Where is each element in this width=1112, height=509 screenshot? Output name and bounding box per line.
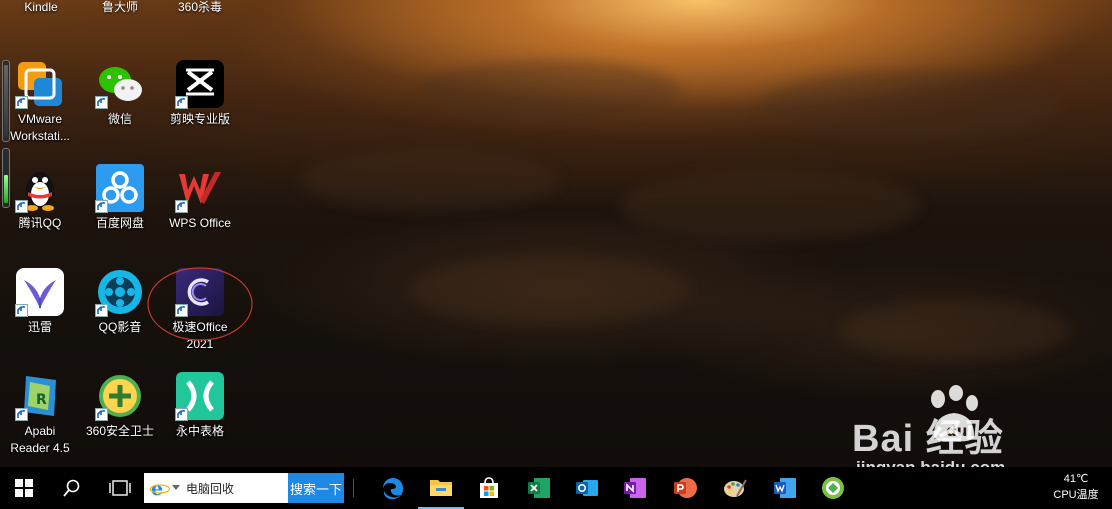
desktop-icon-label[interactable]: 鲁大师 (81, 0, 159, 15)
xunlei-icon (15, 268, 64, 317)
taskbar-app-word[interactable] (762, 467, 808, 509)
taskbar-app-excel[interactable] (516, 467, 562, 509)
360-browser-icon (822, 477, 844, 499)
desktop-icon-label: Apabi Reader 4.5 (10, 424, 70, 455)
taskbar-divider (353, 479, 354, 497)
taskbar-app-edge[interactable] (370, 467, 416, 509)
shortcut-arrow-icon (95, 304, 108, 317)
search-button[interactable] (48, 467, 96, 509)
taskbar-app-onenote[interactable] (612, 467, 658, 509)
taskbar-app-360-browser[interactable] (810, 467, 856, 509)
shortcut-arrow-icon (175, 96, 188, 109)
vmware-icon (15, 60, 64, 109)
cloud-shape (840, 300, 1070, 360)
qq-icon (15, 164, 64, 213)
shortcut-arrow-icon (15, 304, 28, 317)
windows-logo-icon (15, 479, 33, 497)
search-icon (63, 479, 80, 497)
ie-icon: e (150, 478, 170, 498)
desktop-icon-capcut[interactable]: 剪映专业版 (161, 60, 239, 128)
store-icon (480, 477, 498, 498)
paint-icon (724, 479, 747, 497)
desktop-icon-label: 百度网盘 (95, 216, 144, 230)
shortcut-arrow-icon (95, 200, 108, 213)
shortcut-arrow-icon (15, 200, 28, 213)
desktop-icon-apabi[interactable]: R Apabi Reader 4.5 (1, 372, 79, 457)
360-safe-icon (95, 372, 144, 421)
taskbar-app-paint[interactable] (712, 467, 758, 509)
desktop-icon-baidu-netdisk[interactable]: 百度网盘 (81, 164, 159, 232)
shortcut-arrow-icon (15, 96, 28, 109)
word-icon (774, 478, 796, 498)
taskbar-search-input[interactable]: e 电脑回收 (144, 473, 288, 503)
excel-icon (528, 478, 550, 498)
shortcut-arrow-icon (175, 200, 188, 213)
desktop-icon-label: VMware Workstati... (10, 112, 70, 143)
qq-player-icon (95, 268, 144, 317)
baidu-jingyan-watermark: du Bai 经验 jingyan.baidu.com (852, 385, 1062, 467)
task-view-icon (109, 480, 131, 496)
cpu-temperature-indicator[interactable]: 41℃ CPU温度 (1046, 471, 1106, 503)
taskbar-app-file-explorer[interactable] (418, 467, 464, 509)
desktop-icon-xunlei[interactable]: 迅雷 (1, 268, 79, 336)
cloud-shape (300, 150, 560, 210)
svg-text:e: e (151, 478, 163, 498)
file-explorer-icon (430, 480, 452, 496)
cloud-shape (760, 70, 1060, 140)
desktop-icon-label[interactable]: 360杀毒 (161, 0, 239, 15)
taskbar-app-powerpoint[interactable] (662, 467, 708, 509)
desktop-icon-wechat[interactable]: 微信 (81, 60, 159, 128)
wps-icon (175, 164, 224, 213)
start-button[interactable] (0, 467, 48, 509)
desktop[interactable]: Kindle 鲁大师 360杀毒 VMware Workstati... 微信 (0, 0, 1112, 467)
cpu-temp-label: CPU温度 (1053, 489, 1099, 501)
watermark-logo-text: Bai 经验 (852, 418, 1004, 460)
cloud-shape (420, 60, 680, 120)
edge-icon (383, 478, 404, 500)
powerpoint-icon (674, 478, 697, 498)
cpu-temp-value: 41℃ (1063, 473, 1089, 485)
desktop-icon-qq[interactable]: 腾讯QQ (1, 164, 79, 232)
desktop-icon-label: WPS Office (169, 216, 231, 230)
apabi-reader-icon: R (15, 372, 64, 421)
annotation-circle (147, 267, 253, 341)
cloud-shape (620, 170, 920, 240)
search-submit-button[interactable]: 搜索一下 (288, 473, 344, 503)
capcut-icon (175, 60, 224, 109)
desktop-icon-vmware[interactable]: VMware Workstati... (1, 60, 79, 145)
cloud-shape (410, 255, 690, 325)
desktop-icon-label: 腾讯QQ (18, 216, 62, 230)
task-view-button[interactable] (96, 467, 144, 509)
desktop-icon-label: 360安全卫士 (85, 424, 155, 438)
onenote-icon (624, 478, 646, 498)
desktop-icon-label: 剪映专业版 (169, 112, 230, 126)
taskbar: e 电脑回收 搜索一下 41℃ CPU温度 (0, 467, 1112, 509)
shortcut-arrow-icon (175, 408, 188, 421)
desktop-icon-label: 微信 (107, 112, 132, 126)
yozo-sheet-icon (175, 372, 224, 421)
taskbar-app-store[interactable] (466, 467, 512, 509)
wechat-icon (95, 60, 144, 109)
desktop-icon-label: 迅雷 (27, 320, 52, 334)
shortcut-arrow-icon (95, 96, 108, 109)
taskbar-app-outlook[interactable] (564, 467, 610, 509)
svg-text:R: R (36, 392, 47, 408)
desktop-icon-label: 永中表格 (175, 424, 224, 438)
desktop-icon-yozo-sheet[interactable]: 永中表格 (161, 372, 239, 440)
desktop-icon-label[interactable]: Kindle (2, 0, 80, 15)
shortcut-arrow-icon (95, 408, 108, 421)
outlook-icon (576, 480, 598, 496)
baidu-netdisk-icon (95, 164, 144, 213)
shortcut-arrow-icon (15, 408, 28, 421)
search-query-text: 电脑回收 (186, 481, 235, 496)
desktop-icon-wps[interactable]: WPS Office (161, 164, 239, 232)
chevron-down-icon (172, 485, 180, 490)
watermark-url: jingyan.baidu.com (856, 458, 1005, 467)
desktop-icon-360-safe[interactable]: 360安全卫士 (81, 372, 159, 440)
